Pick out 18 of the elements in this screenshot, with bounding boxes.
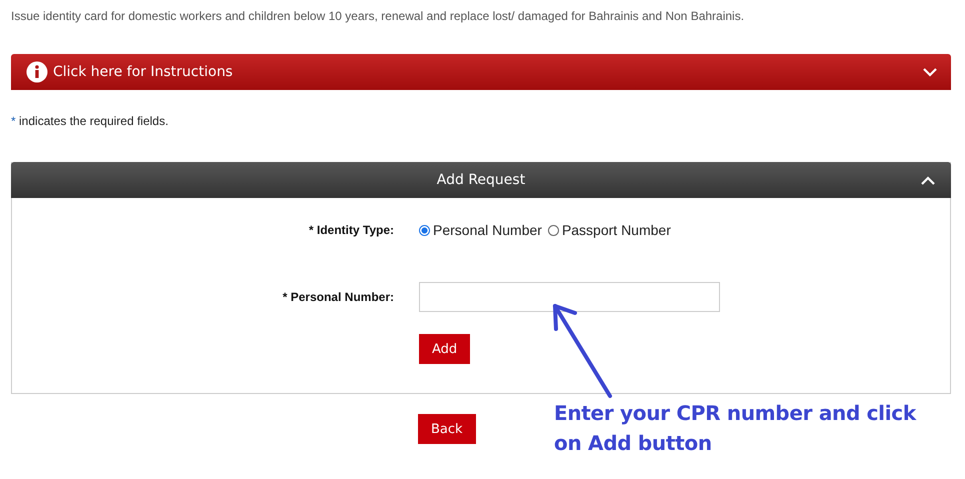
back-button[interactable]: Back xyxy=(418,414,476,444)
input-field[interactable] xyxy=(419,282,720,312)
chevron-icon xyxy=(921,176,935,185)
radio-icon[interactable] xyxy=(548,224,559,236)
radio-option[interactable]: Personal Number xyxy=(419,222,542,238)
field-label: * Personal Number: xyxy=(282,290,395,304)
field-label: * Identity Type: xyxy=(308,223,395,237)
instructions-bar[interactable]: Click here for Instructions xyxy=(11,54,951,90)
annotation-text: Enter your CPR number and click on Add button xyxy=(554,400,918,457)
page-description: Issue identity card for domestic workers and children below 10 years, renewal and replace lost/ damaged for Bahrainis and Non Bahrainis. xyxy=(11,9,746,23)
radio-option[interactable]: Passport Number xyxy=(548,222,671,238)
chevron-icon xyxy=(923,68,937,76)
panel-header[interactable]: Add Request xyxy=(11,162,951,198)
add-button[interactable]: Add xyxy=(419,334,470,364)
info-icon xyxy=(26,61,48,83)
required-mark: * xyxy=(11,114,16,128)
required-note: indicates the required fields. xyxy=(19,114,168,128)
radio-icon[interactable] xyxy=(419,224,430,236)
